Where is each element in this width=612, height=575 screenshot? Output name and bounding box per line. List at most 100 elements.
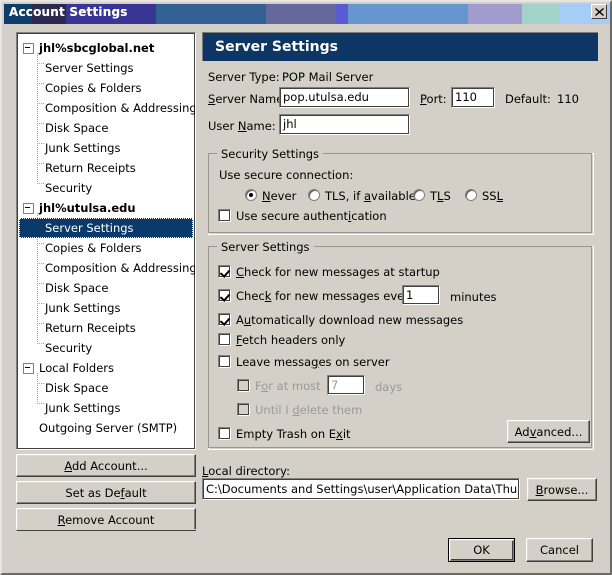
radio-never-label[interactable]: Never <box>262 189 296 203</box>
checkbox-check-at-startup[interactable] <box>218 265 231 278</box>
checkbox-empty-trash-on-exit-label[interactable]: Empty Trash on Exit <box>236 427 351 441</box>
checkbox-check-every[interactable] <box>218 289 231 302</box>
button-label: Add Account... <box>64 458 148 473</box>
sidebar-item-outgoing-server[interactable]: Outgoing Server (SMTP) <box>17 418 195 438</box>
default-label: Default: <box>505 92 551 106</box>
local-directory-label: Local directory: <box>202 464 290 478</box>
tree-label: Security <box>45 181 93 195</box>
account-settings-window: Account Settings jhl%sbcglobal.net Serve… <box>0 0 612 575</box>
checkbox-fetch-headers-only-label[interactable]: Fetch headers only <box>236 333 345 347</box>
tree-root-account-1[interactable]: jhl%utulsa.edu <box>17 198 195 218</box>
checkbox-check-at-startup-label[interactable]: Check for new messages at startup <box>236 265 440 279</box>
tree-label: Security <box>45 341 93 355</box>
sidebar-item-security-2[interactable]: Security <box>17 338 195 358</box>
local-directory-input[interactable]: C:\Documents and Settings\user\Applicati… <box>202 478 520 500</box>
checkbox-fetch-headers-only[interactable] <box>218 333 231 346</box>
tree-label: Junk Settings <box>45 301 121 315</box>
checkbox-leave-messages-on-server-label[interactable]: Leave messages on server <box>236 355 390 369</box>
checkbox-until-i-delete-them-label[interactable]: Until I delete them <box>255 403 362 417</box>
checkbox-leave-messages-on-server[interactable] <box>218 355 231 368</box>
radio-ssl-label[interactable]: SSL <box>482 189 503 203</box>
tree-label: Disk Space <box>45 281 109 295</box>
page-title: Server Settings <box>202 32 598 61</box>
checkbox-check-every-label[interactable]: Check for new messages every <box>236 289 416 303</box>
group-title: Security Settings <box>217 147 324 161</box>
sidebar-item-junk-settings-2[interactable]: Junk Settings <box>17 298 195 318</box>
tree-label: Junk Settings <box>45 141 121 155</box>
tree-root-local-folders[interactable]: Local Folders <box>17 358 195 378</box>
check-every-minutes-input[interactable]: 1 <box>402 285 440 305</box>
sidebar-item-local-junk-settings[interactable]: Junk Settings <box>17 398 195 418</box>
checkbox-secure-authentication-label[interactable]: Use secure authentication <box>236 209 387 223</box>
server-type-value: POP Mail Server <box>282 70 374 84</box>
for-at-most-days-input[interactable]: 7 <box>327 375 365 395</box>
server-name-label: Server Name: <box>208 92 288 106</box>
tree-label: Disk Space <box>45 381 109 395</box>
tree-label: Copies & Folders <box>45 241 142 255</box>
checkbox-for-at-most-label[interactable]: For at most <box>255 379 321 393</box>
expander-icon[interactable] <box>23 42 34 54</box>
button-label: Set as Default <box>65 485 147 500</box>
port-label: Port: <box>420 92 447 106</box>
sidebar-item-copies-folders[interactable]: Copies & Folders <box>17 78 195 98</box>
button-label: Advanced... <box>514 424 583 439</box>
remove-account-button[interactable]: Remove Account <box>16 508 196 531</box>
checkbox-auto-download-label[interactable]: Automatically download new messages <box>236 313 463 327</box>
sidebar-item-junk-settings[interactable]: Junk Settings <box>17 138 195 158</box>
title-bar[interactable] <box>4 4 610 24</box>
tree-label: Server Settings <box>45 61 134 75</box>
sidebar-item-return-receipts-2[interactable]: Return Receipts <box>17 318 195 338</box>
sidebar-item-local-disk-space[interactable]: Disk Space <box>17 378 195 398</box>
ok-button[interactable]: OK <box>448 538 515 562</box>
tree-label: Return Receipts <box>45 321 136 335</box>
radio-never[interactable] <box>245 189 257 201</box>
add-account-button[interactable]: Add Account... <box>16 454 196 477</box>
radio-tls[interactable] <box>413 189 425 201</box>
sidebar-item-copies-folders-2[interactable]: Copies & Folders <box>17 238 195 258</box>
accounts-tree[interactable]: jhl%sbcglobal.net Server Settings Copies… <box>16 32 196 450</box>
radio-tls-if-available[interactable] <box>308 189 320 201</box>
radio-tls-if-available-label[interactable]: TLS, if available <box>325 189 416 203</box>
tree-root-account-0[interactable]: jhl%sbcglobal.net <box>17 38 195 58</box>
cancel-button[interactable]: Cancel <box>526 538 593 562</box>
tree-label: Disk Space <box>45 121 109 135</box>
checkbox-auto-download[interactable] <box>218 313 231 326</box>
tree-label: Return Receipts <box>45 161 136 175</box>
checkbox-empty-trash-on-exit[interactable] <box>218 427 231 440</box>
sidebar-item-return-receipts[interactable]: Return Receipts <box>17 158 195 178</box>
user-name-label: User Name: <box>208 119 276 133</box>
user-name-input[interactable]: jhl <box>279 114 410 135</box>
tree-label: Composition & Addressing <box>45 101 196 115</box>
tree-label: jhl%sbcglobal.net <box>39 41 155 55</box>
group-title: Server Settings <box>217 240 314 254</box>
server-name-input[interactable]: pop.utulsa.edu <box>279 87 410 108</box>
sidebar-item-composition-addressing-2[interactable]: Composition & Addressing <box>17 258 195 278</box>
button-label: Remove Account <box>57 512 155 527</box>
radio-ssl[interactable] <box>465 189 477 201</box>
port-input[interactable]: 110 <box>451 87 495 108</box>
close-icon[interactable] <box>591 4 607 19</box>
sidebar-item-disk-space-2[interactable]: Disk Space <box>17 278 195 298</box>
expander-icon[interactable] <box>23 362 34 374</box>
tree-label: Local Folders <box>39 361 114 375</box>
sidebar-item-server-settings[interactable]: Server Settings <box>17 58 195 78</box>
tree-label: Composition & Addressing <box>45 261 196 275</box>
browse-button[interactable]: Browse... <box>527 478 597 501</box>
set-as-default-button[interactable]: Set as Default <box>16 481 196 504</box>
sidebar-item-server-settings-selected[interactable]: Server Settings <box>19 218 193 238</box>
checkbox-for-at-most[interactable] <box>237 379 250 392</box>
sidebar-item-disk-space[interactable]: Disk Space <box>17 118 195 138</box>
checkbox-until-i-delete-them[interactable] <box>237 403 250 416</box>
radio-tls-label[interactable]: TLS <box>430 189 451 203</box>
tree-label: Copies & Folders <box>45 81 142 95</box>
server-type-label: Server Type: <box>208 70 280 84</box>
checkbox-secure-authentication[interactable] <box>218 209 231 222</box>
minutes-label: minutes <box>450 290 497 304</box>
default-value: 110 <box>557 92 579 106</box>
tree-label: Outgoing Server (SMTP) <box>39 421 178 435</box>
sidebar-item-security[interactable]: Security <box>17 178 195 198</box>
sidebar-item-composition-addressing[interactable]: Composition & Addressing <box>17 98 195 118</box>
expander-icon[interactable] <box>23 202 34 214</box>
button-label: Browse... <box>535 482 589 497</box>
advanced-button[interactable]: Advanced... <box>507 420 590 443</box>
